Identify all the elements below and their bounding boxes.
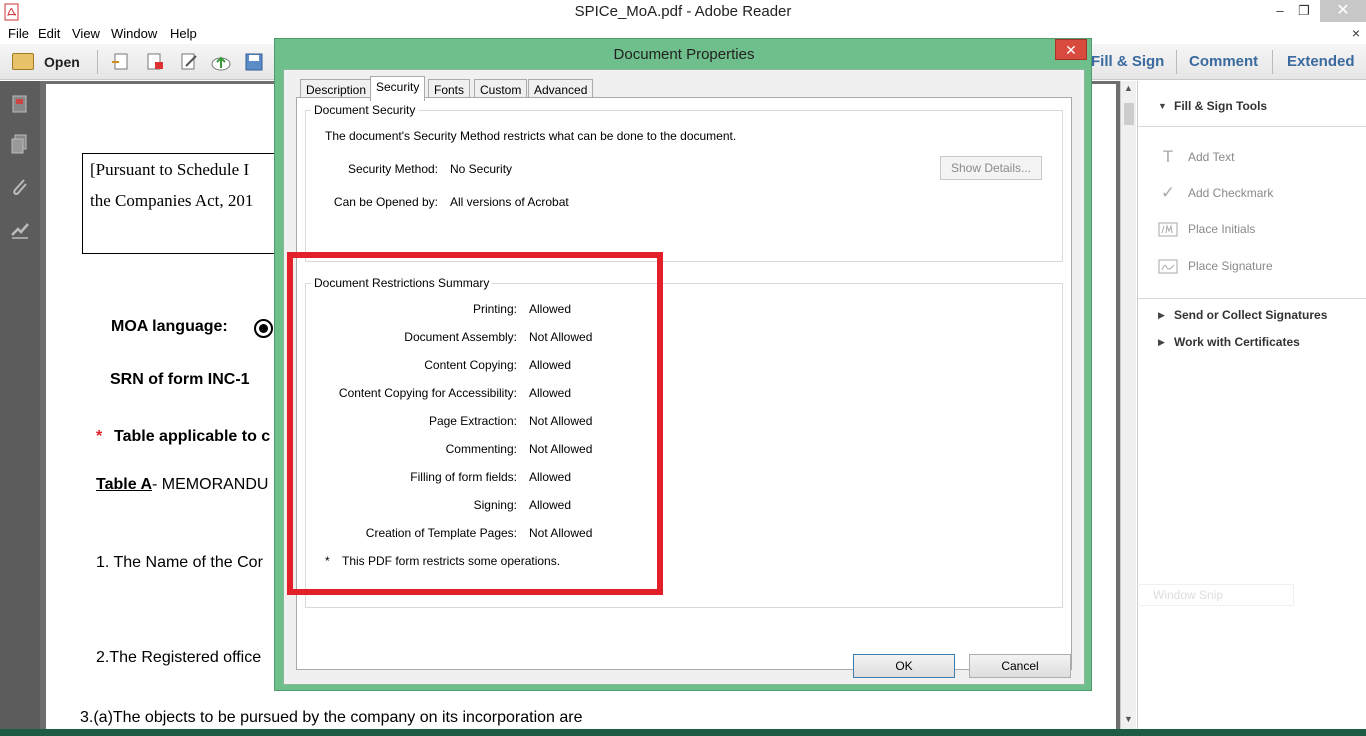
scroll-up-arrow-icon[interactable]: ▲ (1124, 83, 1133, 93)
add-text-tool[interactable]: Add Text (1188, 150, 1234, 164)
doc-box-line-1: [Pursuant to Schedule I (90, 160, 250, 179)
tools-pane: ▼ Fill & Sign Tools T Add Text ✓ Add Che… (1137, 81, 1366, 736)
menu-window[interactable]: Window (111, 26, 157, 41)
edit-pdf-icon[interactable] (178, 52, 200, 72)
open-button[interactable]: Open (8, 50, 88, 74)
attachment-icon[interactable] (9, 175, 31, 197)
table-a-heading: Table A- MEMORANDU (96, 476, 268, 494)
text-icon: T (1162, 147, 1174, 166)
scroll-down-arrow-icon[interactable]: ▼ (1124, 714, 1133, 724)
signature-icon (1158, 259, 1178, 274)
extended-tab[interactable]: Extended (1287, 53, 1355, 70)
place-signature-tool[interactable]: Place Signature (1188, 259, 1273, 273)
table-applicable-label: Table applicable to c (114, 428, 271, 445)
ok-button[interactable]: OK (853, 654, 955, 678)
menu-edit[interactable]: Edit (38, 26, 60, 41)
table-a-label: Table A (96, 476, 153, 493)
doc-item-2: 2.The Registered office (96, 649, 262, 666)
export-pdf-icon[interactable] (144, 52, 166, 72)
add-checkmark-tool[interactable]: Add Checkmark (1188, 186, 1273, 200)
work-with-certificates-section[interactable]: Work with Certificates (1174, 335, 1300, 349)
left-navigation-pane (0, 81, 40, 736)
can-be-opened-value: All versions of Acrobat (450, 195, 569, 209)
toolbar-divider (1176, 50, 1177, 74)
tab-security[interactable]: Security (370, 76, 426, 101)
collapsed-triangle-icon: ▶ (1158, 310, 1165, 320)
cancel-button[interactable]: Cancel (969, 654, 1071, 678)
send-collect-signatures-section[interactable]: Send or Collect Signatures (1174, 308, 1327, 322)
required-asterisk: * (96, 428, 103, 445)
security-description: The document's Security Method restricts… (325, 129, 737, 143)
toolbar-divider (97, 50, 98, 74)
doc-box-line-2: the Companies Act, 201 (90, 191, 254, 210)
menu-help[interactable]: Help (170, 26, 197, 41)
folder-icon (12, 53, 34, 70)
pane-divider (1138, 298, 1366, 299)
upload-cloud-icon[interactable] (210, 52, 232, 72)
expand-triangle-icon: ▼ (1158, 101, 1167, 111)
document-close-icon[interactable]: × (1352, 25, 1360, 41)
window-title: SPICe_MoA.pdf - Adobe Reader (574, 3, 792, 20)
menu-view[interactable]: View (72, 26, 100, 41)
save-icon[interactable] (243, 52, 265, 72)
collapsed-triangle-icon: ▶ (1158, 337, 1165, 347)
open-label: Open (44, 54, 80, 70)
pages-icon[interactable] (9, 133, 31, 155)
moa-language-radio[interactable] (254, 319, 273, 338)
doc-item-3: 3.(a)The objects to be pursued by the co… (80, 709, 583, 726)
table-a-rest: - MEMORANDU (152, 476, 269, 493)
window-snip-tooltip: Window Snip (1122, 584, 1294, 606)
scroll-thumb[interactable] (1124, 103, 1134, 125)
taskbar (0, 729, 1366, 736)
security-method-value: No Security (450, 162, 513, 176)
toolbar-divider (1272, 50, 1273, 74)
show-details-button[interactable]: Show Details... (940, 156, 1042, 180)
can-be-opened-label: Can be Opened by: (333, 195, 438, 209)
srn-label: SRN of form INC-1 (110, 371, 250, 388)
page-thumbnails-icon[interactable] (9, 93, 31, 115)
create-pdf-icon[interactable] (110, 52, 132, 72)
fill-sign-tools-header[interactable]: ▼ Fill & Sign Tools (1138, 81, 1366, 127)
place-initials-tool[interactable]: Place Initials (1188, 222, 1255, 236)
restore-button[interactable]: ❐ (1290, 0, 1318, 22)
comment-tab[interactable]: Comment (1189, 53, 1258, 70)
moa-language-label: MOA language: (111, 318, 228, 335)
checkmark-icon: ✓ (1160, 183, 1176, 202)
fill-sign-tab[interactable]: Fill & Sign (1091, 53, 1164, 70)
document-scrollbar[interactable]: ▲ ▼ (1120, 81, 1136, 729)
doc-item-1: 1. The Name of the Cor (96, 554, 263, 571)
title-bar: SPICe_MoA.pdf - Adobe Reader – ❐ ✕ (0, 0, 1366, 24)
signatures-icon[interactable] (9, 219, 31, 241)
menu-file[interactable]: File (8, 26, 29, 41)
dialog-close-button[interactable]: ✕ (1055, 39, 1087, 60)
security-method-label: Security Method: (347, 162, 438, 176)
initials-icon (1158, 222, 1178, 237)
document-security-title: Document Security (311, 103, 419, 117)
dialog-title: Document Properties (613, 46, 755, 63)
fill-sign-tools-title: Fill & Sign Tools (1174, 99, 1268, 113)
window-close-button[interactable]: ✕ (1320, 0, 1366, 22)
highlight-annotation-box (287, 252, 663, 595)
